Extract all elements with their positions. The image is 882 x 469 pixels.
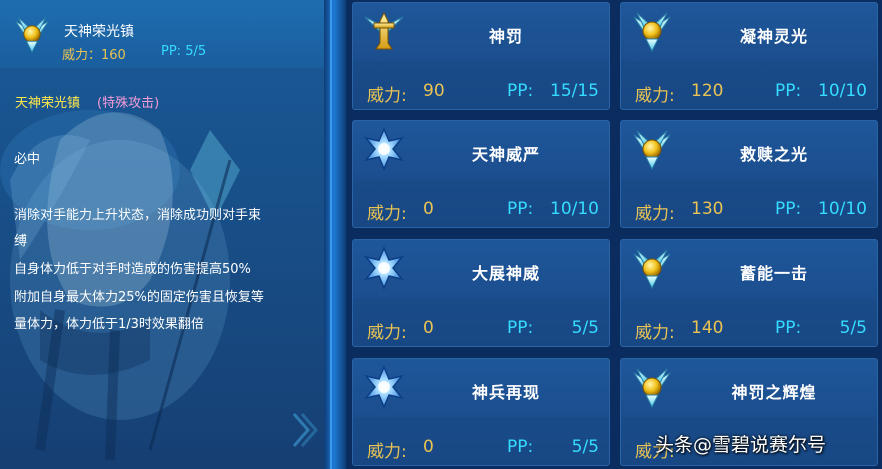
pp-label: PP: (507, 318, 534, 338)
description-line: 缚 (14, 234, 28, 249)
source-watermark: 头条@雪碧说赛尔号 (655, 434, 827, 456)
power-label: 威力: (635, 323, 675, 343)
skill-card-jiushu-zhiguang[interactable]: 救赎之光 威力: 130 PP: 10/10 (620, 120, 878, 228)
winged-orb-icon (630, 127, 674, 171)
pp-label: PP: (775, 81, 802, 101)
winged-orb-icon (12, 12, 52, 56)
pp-value: 5/5 (839, 318, 867, 338)
skill-name: 神罚 (488, 27, 523, 46)
power-label: 威力: (367, 323, 407, 343)
selected-skill-pp: PP: 5/5 (161, 44, 207, 59)
power-label: 威力: (635, 86, 675, 106)
description-line: 必中 (14, 152, 41, 167)
pp-value: 10/10 (818, 81, 867, 101)
description-line: 消除对手能力上升状态，消除成功则对手束 (14, 208, 262, 223)
chevron-right-icon (292, 413, 318, 447)
power-value: 130 (691, 199, 724, 219)
skill-detail-panel: 天神荣光镇 威力：160 PP: 5/5 天神荣光镇 (特殊攻击) 必中 消除对… (0, 0, 324, 469)
skill-card-dazhan-shenwei[interactable]: 大展神威 威力: 0 PP: 5/5 (352, 239, 610, 347)
power-value: 120 (691, 81, 724, 101)
pp-label: PP: (507, 437, 534, 457)
power-label: 威力: (367, 86, 407, 106)
power-label: 威力: (367, 204, 407, 224)
power-value: 90 (423, 81, 445, 101)
skill-card-xuneng-yiji[interactable]: 蓄能一击 威力: 140 PP: 5/5 (620, 239, 878, 347)
description-title: 天神荣光镇 (15, 96, 81, 111)
skill-grid: 神罚 威力: 90 PP: 15/15 凝神灵光 威力: 120 PP: 10/… (346, 0, 882, 469)
skill-card-shenbing-zaixian[interactable]: 神兵再现 威力: 0 PP: 5/5 (352, 358, 610, 466)
skill-name: 蓄能一击 (739, 264, 808, 283)
divider-glow-line (330, 0, 332, 469)
power-label: 威力: (367, 442, 407, 462)
winged-orb-icon (630, 365, 674, 409)
skill-name: 天神威严 (471, 145, 540, 164)
selected-skill-header: 天神荣光镇 威力：160 PP: 5/5 (0, 0, 324, 68)
description-line: 自身体力低于对手时造成的伤害提高50% (14, 262, 251, 277)
description-category: (特殊攻击) (97, 96, 160, 111)
power-value: 0 (423, 437, 434, 457)
winged-orb-icon (630, 9, 674, 53)
pp-label: PP: (775, 199, 802, 219)
power-value: 140 (691, 318, 724, 338)
selected-skill-power: 威力：160 (62, 48, 126, 63)
blue-star-icon (362, 127, 406, 171)
winged-orb-icon (630, 246, 674, 290)
skill-name: 神罚之辉煌 (731, 383, 817, 402)
pp-label: PP: (775, 318, 802, 338)
pp-value: 10/10 (818, 199, 867, 219)
blue-star-icon (362, 365, 406, 409)
selected-skill-name: 天神荣光镇 (64, 24, 134, 40)
power-label: 威力: (635, 204, 675, 224)
pp-label: PP: (507, 81, 534, 101)
pp-label: PP: (507, 199, 534, 219)
power-value: 0 (423, 318, 434, 338)
skill-name: 神兵再现 (471, 383, 540, 402)
skill-name: 凝神灵光 (739, 27, 808, 46)
pp-value: 5/5 (571, 318, 599, 338)
panel-divider (324, 0, 346, 469)
golden-cross-icon (362, 9, 406, 53)
pp-value: 10/10 (550, 199, 599, 219)
description-line: 附加自身最大体力25%的固定伤害且恢复等 (14, 290, 264, 305)
pp-value: 5/5 (571, 437, 599, 457)
skill-card-ningshen-lingguang[interactable]: 凝神灵光 威力: 120 PP: 10/10 (620, 2, 878, 110)
power-value: 0 (423, 199, 434, 219)
skill-card-shenfa[interactable]: 神罚 威力: 90 PP: 15/15 (352, 2, 610, 110)
skill-name: 救赎之光 (739, 145, 808, 164)
skill-card-tianshen-weiyan[interactable]: 天神威严 威力: 0 PP: 10/10 (352, 120, 610, 228)
pp-value: 15/15 (550, 81, 599, 101)
blue-star-icon (362, 246, 406, 290)
description-line: 量体力，体力低于1/3时效果翻倍 (14, 317, 204, 332)
skill-name: 大展神威 (471, 264, 540, 283)
